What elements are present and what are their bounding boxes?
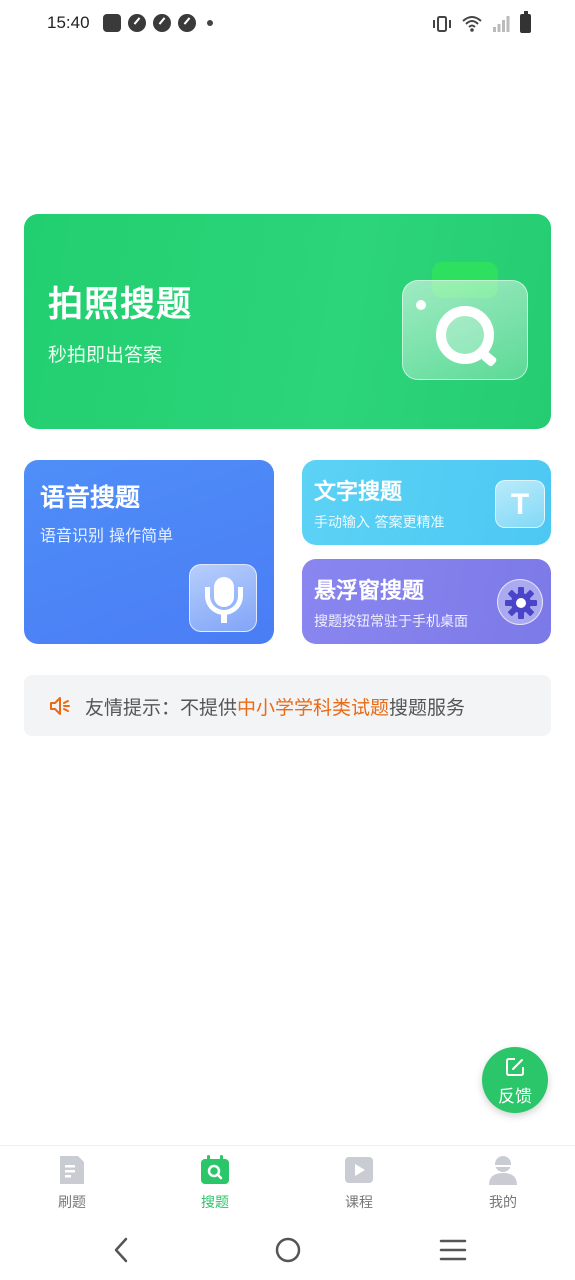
status-bar: 15:40: [0, 0, 575, 48]
system-icons: [432, 11, 531, 33]
back-icon[interactable]: [110, 1236, 132, 1264]
microphone-icon: [189, 564, 257, 632]
tip-text: 友情提示：不提供中小学学科类试题搜题服务: [85, 693, 465, 720]
play-icon: [345, 1157, 373, 1183]
floating-window-search-title: 悬浮窗搜题: [314, 579, 425, 604]
home-icon[interactable]: [274, 1236, 302, 1264]
speaker-icon: [50, 697, 70, 715]
edit-icon: [506, 1058, 524, 1076]
search-icon: [201, 1155, 229, 1184]
tab-search[interactable]: 搜题: [175, 1154, 255, 1212]
photo-search-subtitle: 秒拍即出答案: [48, 344, 163, 366]
text-search-card[interactable]: 文字搜题 手动输入 答案更精准 T: [302, 460, 551, 545]
tab-courses[interactable]: 课程: [319, 1154, 399, 1212]
tab-courses-label: 课程: [345, 1195, 373, 1211]
photo-search-title: 拍照搜题: [48, 285, 193, 325]
shopping-bag-icon: [103, 14, 121, 32]
floating-window-search-subtitle: 搜题按钮常驻于手机桌面: [314, 614, 468, 630]
gear-icon: [497, 579, 543, 625]
bottom-nav: 刷题 搜题 课程 我的: [0, 1145, 575, 1221]
floating-window-search-card[interactable]: 悬浮窗搜题 搜题按钮常驻于手机桌面: [302, 559, 551, 644]
battery-icon: [520, 11, 531, 33]
tab-profile[interactable]: 我的: [463, 1154, 543, 1212]
tab-search-label: 搜题: [201, 1195, 229, 1211]
voice-search-card[interactable]: 语音搜题 语音识别 操作简单: [24, 460, 274, 644]
feedback-button[interactable]: 反馈: [482, 1047, 548, 1113]
text-t-icon: T: [495, 480, 545, 528]
tip-suffix: 搜题服务: [389, 697, 466, 719]
status-time: 15:40: [47, 13, 90, 32]
text-search-subtitle: 手动输入 答案更精准: [314, 515, 445, 531]
menu-icon[interactable]: [439, 1238, 467, 1262]
notification-icons: [103, 14, 213, 32]
tip-prefix: 友情提示：不提供: [85, 697, 238, 719]
gauge-icon: [153, 14, 171, 32]
user-icon: [489, 1156, 517, 1185]
tip-highlight: 中小学学科类试题: [237, 697, 390, 719]
tab-profile-label: 我的: [489, 1195, 517, 1211]
camera-icon: [402, 262, 528, 382]
photo-search-card[interactable]: 拍照搜题 秒拍即出答案: [24, 214, 551, 429]
signal-icon: [493, 15, 510, 32]
vibrate-icon: [433, 15, 451, 32]
tab-practice[interactable]: 刷题: [32, 1154, 112, 1212]
voice-search-subtitle: 语音识别 操作简单: [40, 526, 174, 545]
more-notifications-dot-icon: [207, 20, 213, 26]
gauge-icon: [128, 14, 146, 32]
tab-practice-label: 刷题: [58, 1195, 86, 1211]
tip-bar: 友情提示：不提供中小学学科类试题搜题服务: [24, 675, 551, 736]
gauge-icon: [178, 14, 196, 32]
document-icon: [60, 1156, 84, 1184]
system-nav-bar: [0, 1222, 575, 1280]
voice-search-title: 语音搜题: [40, 483, 141, 512]
feedback-label: 反馈: [498, 1087, 532, 1107]
wifi-icon: [462, 15, 482, 32]
text-search-title: 文字搜题: [314, 480, 403, 505]
